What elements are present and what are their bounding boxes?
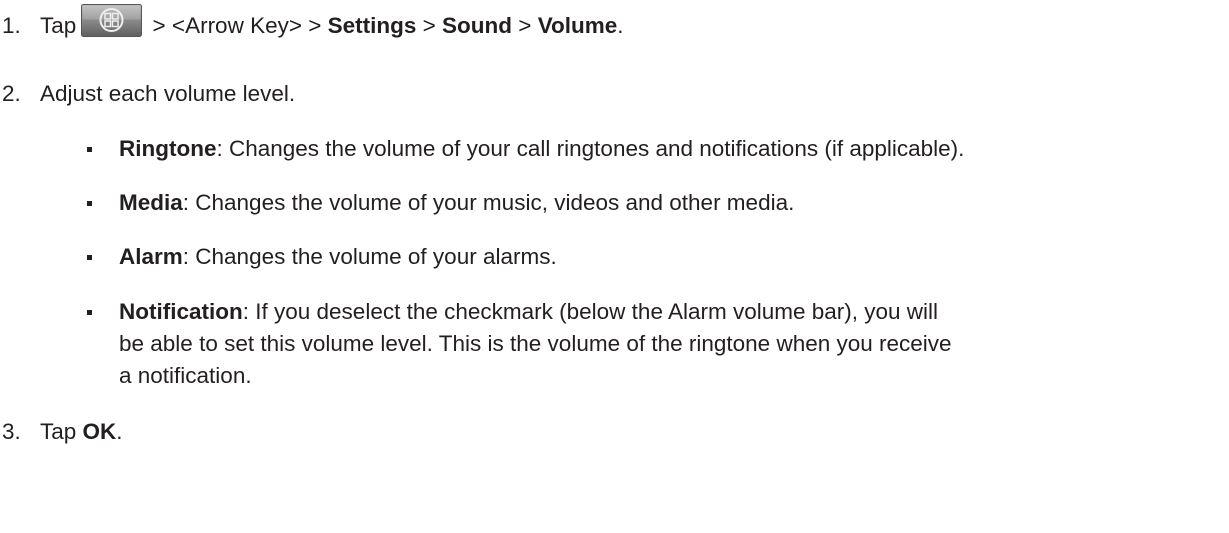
tap-word: Tap <box>40 419 83 444</box>
item-text: Notification: If you deselect the checkm… <box>119 298 938 326</box>
list-item-ringtone: Ringtone: Changes the volume of your cal… <box>0 135 1229 163</box>
step-text: Tap OK. <box>40 418 123 446</box>
settings-term: Settings <box>327 13 417 38</box>
step-text: Tap > <Arrow Key> > Settings > Sound > V… <box>40 3 624 41</box>
step-number: 1. <box>2 13 21 38</box>
step-number: 3. <box>2 419 21 444</box>
item-desc: : Changes the volume of your music, vide… <box>182 190 795 215</box>
item-desc: : Changes the volume of your alarms. <box>182 244 557 269</box>
period: . <box>116 419 123 444</box>
item-term: Ringtone <box>119 136 217 161</box>
tap-word: Tap <box>40 13 77 38</box>
arrow-key-text: > <Arrow Key> > <box>146 13 328 38</box>
item-text: Media: Changes the volume of your music,… <box>119 189 794 217</box>
ok-term: OK <box>82 419 117 444</box>
separator: > <box>512 13 538 38</box>
item-desc: : Changes the volume of your call ringto… <box>216 136 965 161</box>
item-term: Media <box>119 190 183 215</box>
item-term: Notification <box>119 299 243 324</box>
item-desc-line-3: a notification. <box>119 363 252 388</box>
list-item-notification-cont: be able to set this volume level. This i… <box>0 330 1229 358</box>
step-number: 2. <box>2 81 21 106</box>
step-text: Adjust each volume level. <box>40 81 296 106</box>
separator: > <box>416 13 443 38</box>
item-desc-line-2: be able to set this volume level. This i… <box>119 331 952 356</box>
volume-term: Volume <box>537 13 618 38</box>
bullet-icon <box>87 147 92 152</box>
item-desc-line-1: : If you deselect the checkmark (below t… <box>242 299 939 324</box>
list-item-media: Media: Changes the volume of your music,… <box>0 189 1229 217</box>
bullet-icon <box>87 255 92 260</box>
period: . <box>617 13 624 38</box>
windows-start-button-icon <box>81 3 143 37</box>
list-item-notification-cont: a notification. <box>0 362 1229 390</box>
bullet-icon <box>87 310 92 315</box>
bullet-icon <box>87 201 92 206</box>
list-item-alarm: Alarm: Changes the volume of your alarms… <box>0 243 1229 271</box>
list-item-notification: Notification: If you deselect the checkm… <box>0 298 1229 326</box>
item-term: Alarm <box>119 244 183 269</box>
sound-term: Sound <box>442 13 513 38</box>
item-text: Ringtone: Changes the volume of your cal… <box>119 135 964 163</box>
item-text: Alarm: Changes the volume of your alarms… <box>119 243 557 271</box>
